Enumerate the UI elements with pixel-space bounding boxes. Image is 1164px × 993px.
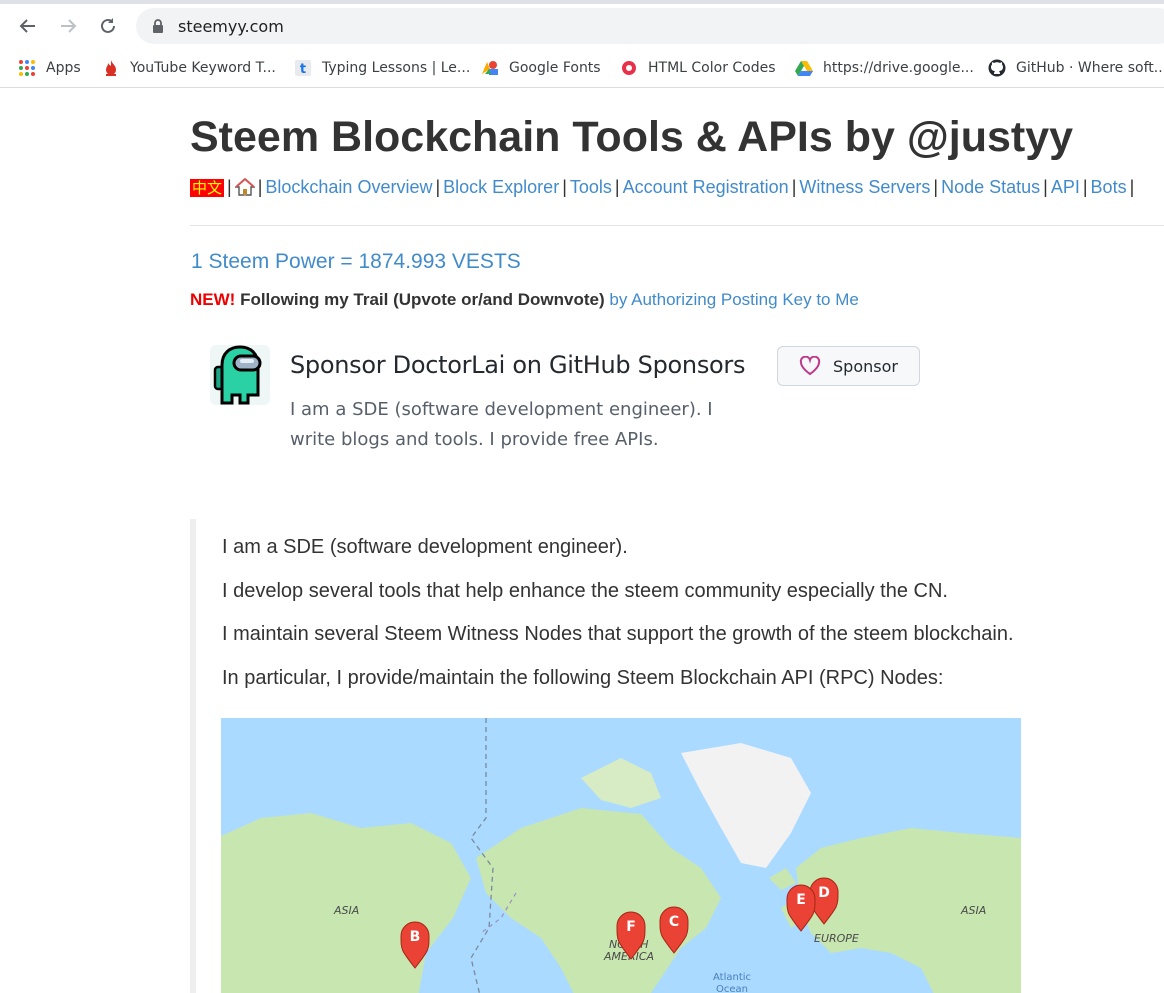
marker-label: F <box>626 919 636 935</box>
nav-separator: | <box>791 177 797 197</box>
nav-separator: | <box>1043 177 1048 197</box>
marker-label: E <box>796 892 806 908</box>
google-drive-icon <box>795 61 813 76</box>
svg-text:t: t <box>300 62 306 77</box>
github-sponsor-card: Sponsor DoctorLai on GitHub Sponsors I a… <box>210 345 930 465</box>
arrow-left-icon <box>19 19 35 33</box>
bookmark-label: Apps <box>46 60 81 76</box>
map-label-ocean: Ocean <box>716 984 748 993</box>
bookmarks-bar: Apps YouTube Keyword T... t Typing Lesso… <box>0 48 1164 88</box>
nav-tools[interactable]: Tools <box>570 177 612 197</box>
nav-block-explorer[interactable]: Block Explorer <box>443 177 559 197</box>
nav-witness-servers[interactable]: Witness Servers <box>799 177 930 197</box>
quote-line: I develop several tools that help enhanc… <box>222 580 948 602</box>
color-codes-icon <box>622 61 636 75</box>
bookmark-typing-lessons[interactable]: t Typing Lessons | Le... <box>294 56 470 80</box>
map-label-asia-right: ASIA <box>960 904 986 917</box>
bookmark-label: YouTube Keyword T... <box>130 60 276 76</box>
sponsor-button-label: Sponsor <box>833 356 898 376</box>
google-fonts-icon <box>482 61 498 75</box>
nav-separator: | <box>933 177 939 197</box>
bookmark-label: HTML Color Codes <box>648 60 776 76</box>
reload-button[interactable] <box>94 12 122 40</box>
apps-grid-icon <box>19 60 35 76</box>
bookmark-label: Typing Lessons | Le... <box>322 60 471 76</box>
authorize-posting-key-link[interactable]: by Authorizing Posting Key to Me <box>609 290 858 309</box>
marker-label: B <box>410 929 421 945</box>
nav-separator: | <box>562 177 567 197</box>
marker-label: C <box>669 914 679 930</box>
arrow-right-icon <box>61 19 77 33</box>
bookmark-google-drive[interactable]: https://drive.google... <box>795 56 974 80</box>
top-nav: 中文 | | Blockchain Overview | Block Explorer | T… <box>190 177 1137 198</box>
sponsor-title: Sponsor DoctorLai on GitHub Sponsors <box>290 351 746 379</box>
nav-separator: | <box>257 177 263 197</box>
nav-node-status[interactable]: Node Status <box>941 177 1040 197</box>
sponsor-description: I am a SDE (software development enginee… <box>290 399 713 450</box>
map-label-asia-left: ASIA <box>333 904 359 917</box>
home-icon[interactable] <box>234 178 255 196</box>
world-map: ASIA ASIA EUROPE NORTH AMERICA Atlantic … <box>221 718 1021 993</box>
nav-separator: | <box>227 177 232 197</box>
quote-line: In particular, I provide/maintain the fo… <box>222 667 944 689</box>
map-label-atlantic: Atlantic <box>713 972 751 983</box>
bookmark-youtube-keyword[interactable]: YouTube Keyword T... <box>102 56 276 80</box>
new-badge: NEW! <box>190 290 236 309</box>
bookmark-label: Google Fonts <box>509 60 601 76</box>
nav-separator: | <box>1082 177 1088 197</box>
typing-t-icon: t <box>295 60 311 77</box>
nav-separator: | <box>435 177 441 197</box>
web-page: Steem Blockchain Tools & APIs by @justyy… <box>0 89 1164 993</box>
github-icon <box>988 59 1006 77</box>
divider <box>190 225 1164 226</box>
sponsor-button[interactable]: Sponsor <box>777 346 920 386</box>
trail-text: Following my Trail (Upvote or/and Downvo… <box>240 290 605 309</box>
bookmark-html-color-codes[interactable]: HTML Color Codes <box>620 56 776 80</box>
bookmark-label: GitHub · Where soft... <box>1016 60 1164 76</box>
trail-announcement: NEW! Following my Trail (Upvote or/and D… <box>190 290 859 310</box>
bookmark-label: https://drive.google... <box>823 60 974 76</box>
nav-api[interactable]: API <box>1051 177 1080 197</box>
api-nodes-map[interactable]: ASIA ASIA EUROPE NORTH AMERICA Atlantic … <box>221 718 1021 993</box>
browser-toolbar: steemyy.com <box>0 4 1164 48</box>
among-us-avatar-icon <box>213 345 262 405</box>
lock-icon <box>153 19 163 33</box>
map-label-europe: EUROPE <box>814 932 859 945</box>
nav-blockchain-overview[interactable]: Blockchain Overview <box>265 177 432 197</box>
flame-icon <box>106 60 116 76</box>
address-bar[interactable]: steemyy.com <box>136 8 1164 44</box>
marker-label: D <box>818 885 830 901</box>
back-button[interactable] <box>14 12 42 40</box>
quote-line: I am a SDE (software development enginee… <box>222 536 628 558</box>
reload-icon <box>101 18 115 33</box>
page-title: Steem Blockchain Tools & APIs by @justyy <box>190 113 1074 161</box>
steem-power-vests: 1 Steem Power = 1874.993 VESTS <box>191 250 521 273</box>
forward-button[interactable] <box>54 12 82 40</box>
bookmark-apps[interactable]: Apps <box>18 56 81 80</box>
quote-line: I maintain several Steem Witness Nodes t… <box>222 623 1014 645</box>
nav-separator: | <box>1129 177 1135 197</box>
chinese-language-link[interactable]: 中文 <box>190 179 225 197</box>
nav-account-registration[interactable]: Account Registration <box>623 177 789 197</box>
nav-bots[interactable]: Bots <box>1091 177 1127 197</box>
bookmark-github[interactable]: GitHub · Where soft... <box>988 56 1164 80</box>
bookmark-google-fonts[interactable]: Google Fonts <box>481 56 601 80</box>
nav-separator: | <box>614 177 620 197</box>
heart-icon <box>799 356 821 376</box>
url-text: steemyy.com <box>178 17 284 36</box>
avatar[interactable] <box>210 345 270 405</box>
